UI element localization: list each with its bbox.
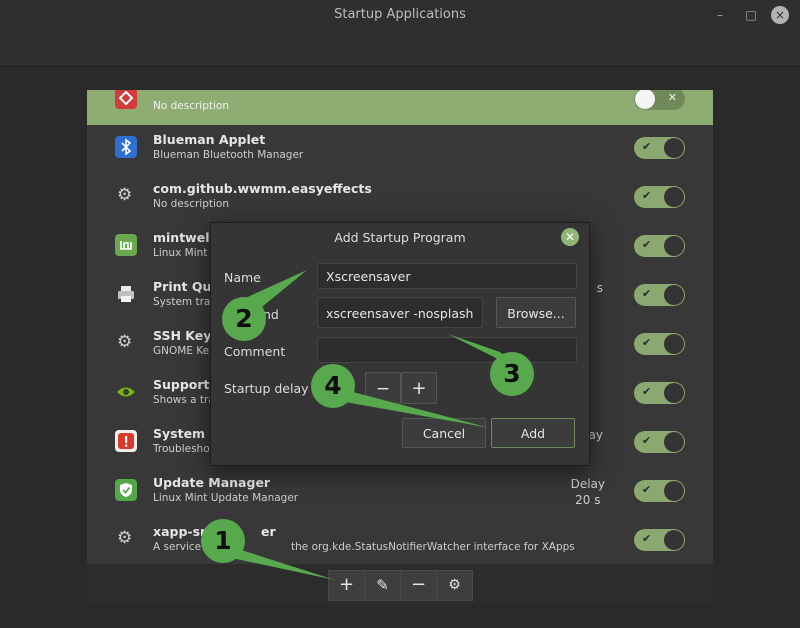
callout-2: 2 [222, 297, 266, 341]
callout-1: 1 [201, 519, 245, 563]
callout-3: 3 [490, 352, 534, 396]
annotation-arrows [210, 270, 520, 580]
callout-4: 4 [311, 364, 355, 408]
